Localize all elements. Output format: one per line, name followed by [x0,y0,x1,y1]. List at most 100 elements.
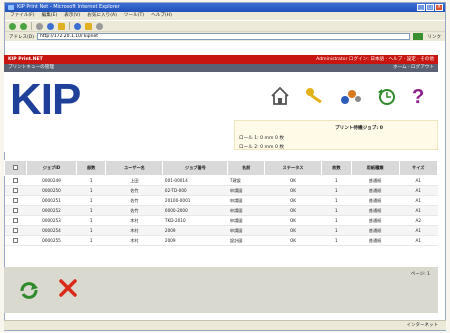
table-cell: 普通紙 [351,215,400,226]
table-cell: 木村 [105,215,163,226]
row-checkbox[interactable] [13,197,19,203]
history-clock-icon[interactable] [376,86,396,106]
table-cell: OK [264,185,322,196]
table-cell: TKD-2010 [162,215,228,226]
refresh-icon[interactable] [47,22,54,30]
table-cell: 0000255 [26,235,77,246]
table-row[interactable]: 0000250 1 佐竹 02-TD-000 申請図 OK 1 普通紙 A1 [4,185,438,196]
refresh-button[interactable] [18,281,40,299]
row-select-cell[interactable] [4,175,27,186]
window-title: KIP Print Net - Microsoft Internet Explo… [17,4,120,10]
job-count-panel: プリント待機ジョブ: 0 ロール 1: 0 mm 0 枚 ロール 2: 0 mm… [234,120,438,150]
table-row[interactable]: 0000251 1 佐竹 20100-0001 申請図 OK 1 普通紙 A1 [4,195,438,206]
table-cell: A1 [399,185,438,196]
table-cell: 申請図 [227,215,265,226]
menu-tools[interactable]: ツール(T) [124,12,144,20]
row-select-cell[interactable] [4,185,27,196]
address-label: アドレス(D) [9,34,34,40]
home-icon[interactable] [270,86,290,106]
back-icon[interactable] [9,22,16,30]
menu-favorites[interactable]: お気に入り(A) [87,12,117,20]
column-header[interactable]: 名前 [227,160,265,176]
help-icon[interactable]: ? [410,86,426,106]
column-select [3,160,28,176]
menu-help[interactable]: ヘルプ(H) [151,12,172,20]
row-select-cell[interactable] [4,195,27,206]
table-cell: 普通紙 [351,235,400,246]
links-label[interactable]: リンク [428,34,442,40]
row-checkbox[interactable] [13,237,19,243]
table-row[interactable]: 0000253 1 木村 TKD-2010 申請図 OK 1 普通紙 A2 [4,215,438,226]
table-cell: 001-00014 [162,175,228,186]
job-count-title: プリント待機ジョブ: 0 [335,126,383,131]
section-bar: プリントキューの管理 ホーム · ログアウト [4,64,438,72]
column-header[interactable]: ジョブID [26,160,77,176]
table-cell: OK [264,195,322,206]
row-select-cell[interactable] [4,235,27,246]
table-cell: 1 [76,205,106,216]
user-info[interactable]: Administrator ログイン: 日本語 · ヘルプ · 設定 · その他 [316,55,434,64]
forward-icon[interactable] [20,22,27,30]
ie-icon [8,5,14,10]
table-row[interactable]: 0000252 1 佐竹 0000-2000 申請図 OK 1 普通紙 A1 [4,205,438,216]
row-select-cell[interactable] [4,225,27,236]
table-cell: 佐竹 [105,185,163,196]
table-row[interactable]: 0000255 1 木村 2009 設計図 OK 1 普通紙 A1 [4,235,438,246]
go-button[interactable] [412,33,423,40]
title-bar: KIP Print Net - Microsoft Internet Explo… [5,3,445,12]
pager-text: ページ: 1 [410,272,430,277]
maximize-button[interactable]: □ [426,4,434,11]
row-checkbox[interactable] [13,217,19,223]
roll-2-info: ロール 2: 0 mm 0 枚 [239,145,284,150]
table-row[interactable]: 0000254 1 木村 2009 申請図 OK 1 普通紙 A1 [4,225,438,236]
favorites-icon[interactable] [85,22,92,30]
row-checkbox[interactable] [13,207,19,213]
toolbar-divider [69,22,70,30]
app-name: KIP Print.NET [8,57,43,62]
table-cell: A2 [399,215,438,226]
table-cell: 1 [76,235,106,246]
menu-edit[interactable]: 編集(E) [42,12,58,20]
table-cell: 佐竹 [105,205,163,216]
search-icon[interactable] [74,22,81,30]
table-cell: 0000250 [26,185,77,196]
column-header[interactable]: ジョブ番号 [162,160,229,176]
column-header[interactable]: ステータス [263,160,323,176]
table-cell: 1 [321,235,352,246]
table-row[interactable]: 0000249 1 上田 001-00014 T建設 OK 1 普通紙 A1 [4,175,438,186]
row-select-cell[interactable] [4,215,27,226]
table-cell: 2009 [162,225,228,236]
address-input[interactable] [36,33,410,40]
cancel-button[interactable] [58,278,78,298]
row-select-cell[interactable] [4,205,27,216]
table-cell: T建設 [227,175,265,186]
action-panel: ページ: 1 [4,267,438,313]
stop-icon[interactable] [36,22,43,30]
column-header[interactable]: 枚数 [321,160,352,176]
minimize-button[interactable]: _ [417,4,425,11]
table-cell: 普通紙 [351,185,400,196]
row-checkbox[interactable] [13,227,19,233]
row-checkbox[interactable] [13,187,19,193]
history-icon[interactable] [96,22,103,30]
menu-view[interactable]: 表示(V) [64,12,80,20]
table-cell: 2009 [162,235,228,246]
column-header[interactable]: 部数 [75,160,107,176]
table-cell: 1 [321,205,352,216]
nav-icons: ? [270,86,426,106]
key-icon[interactable] [304,86,326,106]
select-all-checkbox[interactable] [13,165,19,170]
row-checkbox[interactable] [13,177,19,183]
column-header[interactable]: 用紙種類 [350,160,400,176]
table-cell: 0000251 [26,195,77,206]
home-icon[interactable] [58,22,65,30]
section-links[interactable]: ホーム · ログアウト [393,64,434,72]
close-button[interactable]: × [435,4,443,11]
column-header[interactable]: サイズ [398,160,439,176]
table-cell: 申請図 [227,185,265,196]
jobs-icon[interactable] [340,86,362,106]
menu-file[interactable]: ファイル(F) [10,12,35,20]
address-bar: アドレス(D) リンク [5,31,445,41]
table-cell: OK [264,215,322,226]
column-header[interactable]: ユーザー名 [105,160,164,176]
